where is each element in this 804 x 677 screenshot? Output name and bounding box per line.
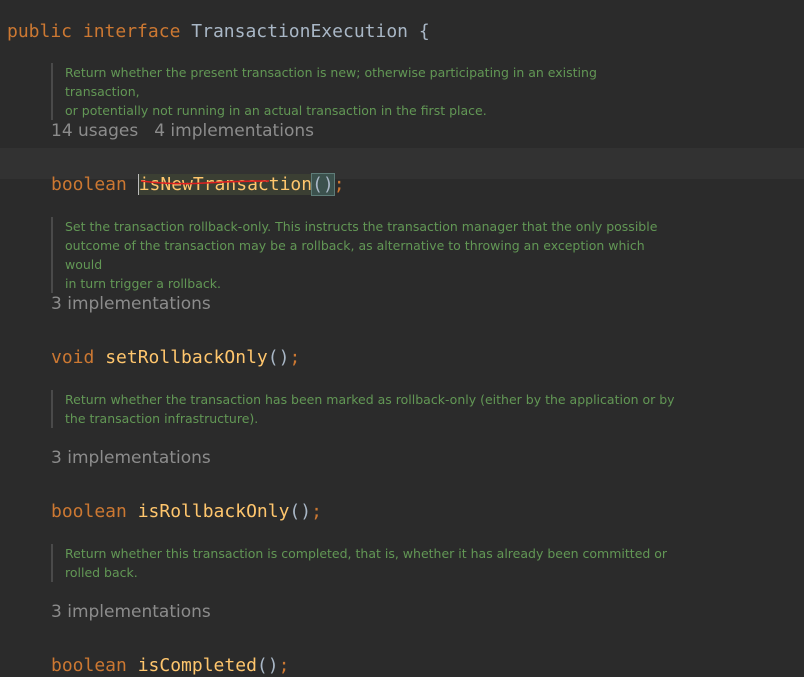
inlay-hint: 3 implementations <box>51 293 211 315</box>
inlay-hint: 14 usages 4 implementations <box>51 120 314 142</box>
implementations-hint[interactable]: 3 implementations <box>51 602 211 622</box>
method-declaration[interactable]: boolean isNewTransaction(); <box>51 152 345 196</box>
interface-declaration[interactable]: public interface TransactionExecution { <box>7 0 430 43</box>
javadoc-comment: Return whether the present transaction i… <box>51 63 675 120</box>
interface-name[interactable]: TransactionExecution <box>191 21 408 42</box>
semicolon: ; <box>333 174 345 195</box>
doc-line: Return whether this transaction is compl… <box>65 546 668 561</box>
javadoc-comment: Return whether this transaction is compl… <box>51 544 675 582</box>
parens: () <box>267 347 290 368</box>
doc-line: or potentially not running in an actual … <box>65 103 487 118</box>
javadoc-comment: Set the transaction rollback-only. This … <box>51 217 675 293</box>
parens: () <box>311 173 335 196</box>
return-type: boolean <box>51 501 127 522</box>
method-name[interactable]: setRollbackOnly <box>105 347 268 368</box>
inlay-hint: 3 implementations <box>51 601 211 623</box>
doc-line: Set the transaction rollback-only. This … <box>65 219 658 234</box>
method-declaration[interactable]: void setRollbackOnly(); <box>51 325 300 369</box>
implementations-hint[interactable]: 3 implementations <box>51 448 211 468</box>
parens: () <box>289 501 312 522</box>
doc-line: the transaction infrastructure). <box>65 411 259 426</box>
doc-line: outcome of the transaction may be a roll… <box>65 238 645 272</box>
inlay-hint: 3 implementations <box>51 447 211 469</box>
keyword-public: public <box>7 21 73 42</box>
doc-line: rolled back. <box>65 565 138 580</box>
error-underline <box>141 180 269 185</box>
method-declaration[interactable]: boolean isCompleted(); <box>51 633 289 677</box>
method-name[interactable]: isRollbackOnly <box>138 501 290 522</box>
javadoc-comment: Return whether the transaction has been … <box>51 390 675 428</box>
semicolon: ; <box>289 347 301 368</box>
method-declaration[interactable]: boolean isRollbackOnly(); <box>51 479 322 523</box>
doc-line: in turn trigger a rollback. <box>65 276 221 291</box>
doc-line: Return whether the transaction has been … <box>65 392 675 407</box>
keyword-interface: interface <box>82 21 181 42</box>
return-type: void <box>51 347 95 368</box>
semicolon: ; <box>311 501 322 522</box>
open-brace: { <box>418 21 430 42</box>
implementations-hint[interactable]: 4 implementations <box>154 121 314 141</box>
implementations-hint[interactable]: 3 implementations <box>51 294 211 314</box>
usages-hint[interactable]: 14 usages <box>51 121 138 141</box>
return-type: boolean <box>51 174 127 195</box>
doc-line: Return whether the present transaction i… <box>65 65 597 99</box>
